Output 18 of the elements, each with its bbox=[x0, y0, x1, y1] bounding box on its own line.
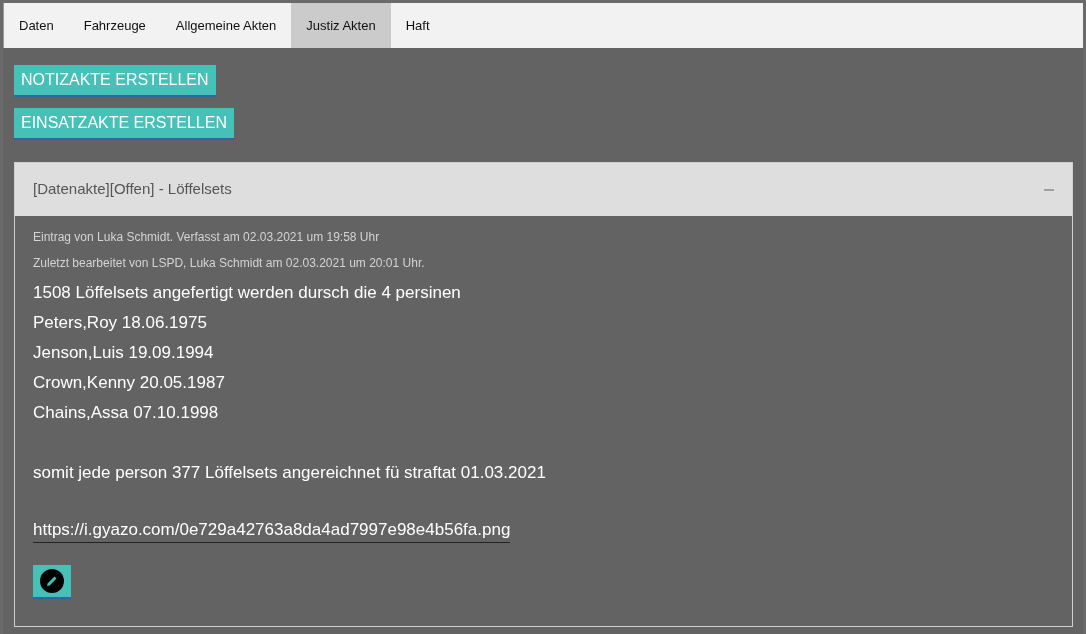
entry-text-line: Jenson,Luis 19.09.1994 bbox=[33, 342, 215, 364]
record-header[interactable]: [Datenakte][Offen] - Löffelsets bbox=[15, 163, 1072, 216]
entry-text-line: Chains,Assa 07.10.1998 bbox=[33, 402, 220, 424]
tab[interactable]: Fahrzeuge bbox=[68, 3, 161, 48]
tab[interactable]: Justiz Akten bbox=[291, 3, 391, 48]
record-meta: Zuletzt bearbeitet von LSPD, Luka Schmidt am 02.03.2021 um 20:01 Uhr. bbox=[33, 255, 426, 272]
tab[interactable]: Allgemeine Akten bbox=[160, 3, 292, 48]
record-meta: Eintrag von Luka Schmidt. Verfasst am 02.03.2021 um 19:58 Uhr bbox=[33, 229, 381, 246]
tab[interactable]: Haft bbox=[390, 3, 445, 48]
entry-text-line: 1508 Löffelsets angefertigt werden dursch die 4 persinen bbox=[33, 282, 462, 304]
entry-text-line: somit jede person 377 Löffelsets angereichnet fü straftat 01.03.2021 bbox=[33, 462, 547, 484]
entry-text-line: Crown,Kenny 20.05.1987 bbox=[33, 372, 226, 394]
pencil-icon bbox=[40, 569, 64, 593]
image-link[interactable]: https://i.gyazo.com/0e729a42763a8da4ad7997e98e4b56fa.png bbox=[33, 518, 511, 543]
edit-button[interactable] bbox=[33, 565, 71, 599]
record-title: [Datenakte][Offen] - Löffelsets bbox=[33, 179, 232, 200]
entry-text-line: Peters,Roy 18.06.1975 bbox=[33, 312, 208, 334]
tab[interactable]: Daten bbox=[4, 3, 69, 48]
